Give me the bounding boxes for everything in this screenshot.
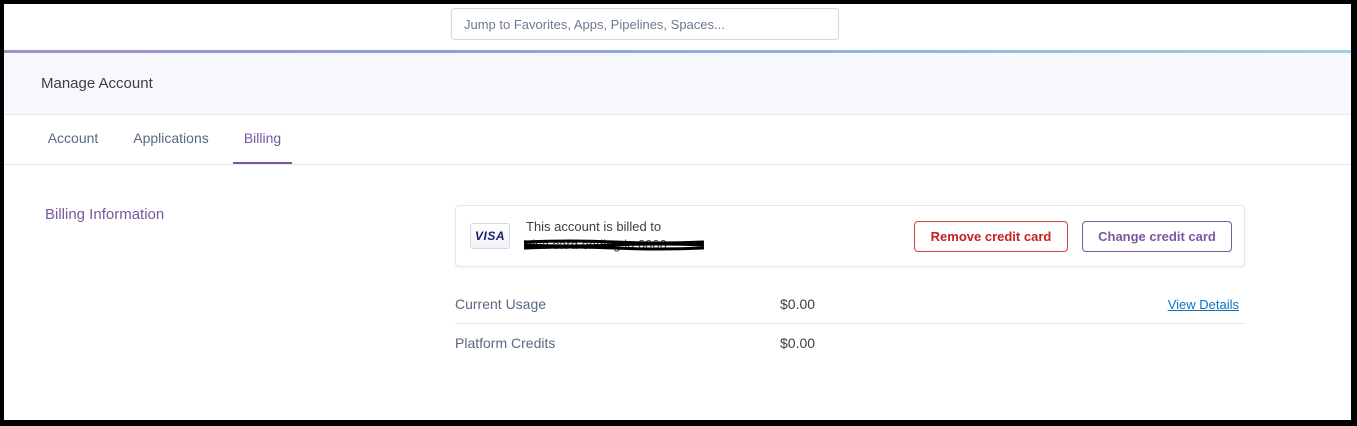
platform-credits-label: Platform Credits xyxy=(455,335,556,351)
platform-credits-row: Platform Credits $0.00 xyxy=(455,324,1245,362)
app-window: Manage Account Account Applications Bill… xyxy=(4,4,1351,420)
current-usage-row: Current Usage $0.00 View Details xyxy=(455,285,1245,324)
billing-information-heading: Billing Information xyxy=(45,206,165,223)
billed-to-label: This account is billed to xyxy=(526,219,662,234)
tab-applications[interactable]: Applications xyxy=(129,115,213,164)
current-usage-value: $0.00 xyxy=(780,296,816,312)
tab-account[interactable]: Account xyxy=(45,115,101,164)
tab-bar: Account Applications Billing xyxy=(4,115,1351,165)
tab-billing[interactable]: Billing xyxy=(233,115,292,164)
credit-card-panel: VISA This account is billed to Visa card… xyxy=(455,205,1245,267)
page-title: Manage Account xyxy=(41,75,153,92)
current-usage-label: Current Usage xyxy=(455,296,547,312)
platform-credits-value: $0.00 xyxy=(780,335,816,351)
change-credit-card-button[interactable]: Change credit card xyxy=(1082,221,1232,252)
page-header: Manage Account xyxy=(4,53,1351,115)
top-bar xyxy=(4,4,1351,50)
visa-card-icon: VISA xyxy=(470,223,510,249)
remove-credit-card-button[interactable]: Remove credit card xyxy=(914,221,1068,252)
redaction-scribble xyxy=(524,239,704,251)
view-details-link[interactable]: View Details xyxy=(1168,297,1239,312)
search-input[interactable] xyxy=(451,8,839,40)
